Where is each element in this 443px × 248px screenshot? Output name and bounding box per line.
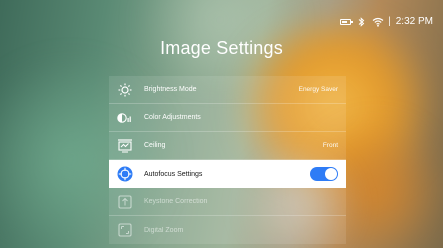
autofocus-toggle[interactable] [310,167,338,181]
zoom-icon [117,222,133,238]
toggle-knob [325,168,337,180]
keystone-icon [117,194,133,210]
wifi-icon [372,17,384,27]
menu-item-label: Color Adjustments [144,114,201,121]
autofocus-icon [117,166,133,182]
status-separator: | [388,16,391,27]
menu-item-value: Front [322,142,338,149]
battery-icon [340,18,354,25]
menu-item-ceiling[interactable]: Ceiling Front [109,132,346,160]
menu-item-label: Keystone Correction [144,198,208,205]
menu-item-digital-zoom[interactable]: Digital Zoom [109,216,346,244]
menu-item-label: Autofocus Settings [144,170,203,178]
menu-item-label: Ceiling [144,142,166,149]
menu-item-autofocus-settings[interactable]: Autofocus Settings [109,160,346,188]
color-adjust-icon [117,110,133,126]
menu-item-label: Digital Zoom [144,226,184,234]
status-bar: | 2:32 PM [340,16,433,27]
settings-menu: Brightness Mode Energy Saver Color Adjus… [109,76,346,244]
brightness-icon [117,82,133,98]
projector-icon [117,138,133,154]
menu-item-color-adjustments[interactable]: Color Adjustments [109,104,346,132]
clock: 2:32 PM [395,16,433,27]
menu-item-keystone-correction[interactable]: Keystone Correction [109,188,346,216]
menu-item-brightness-mode[interactable]: Brightness Mode Energy Saver [109,76,346,104]
menu-item-value: Energy Saver [298,86,338,93]
page-title: Image Settings [160,38,283,58]
menu-item-label: Brightness Mode [144,86,197,93]
bluetooth-icon [358,16,365,27]
